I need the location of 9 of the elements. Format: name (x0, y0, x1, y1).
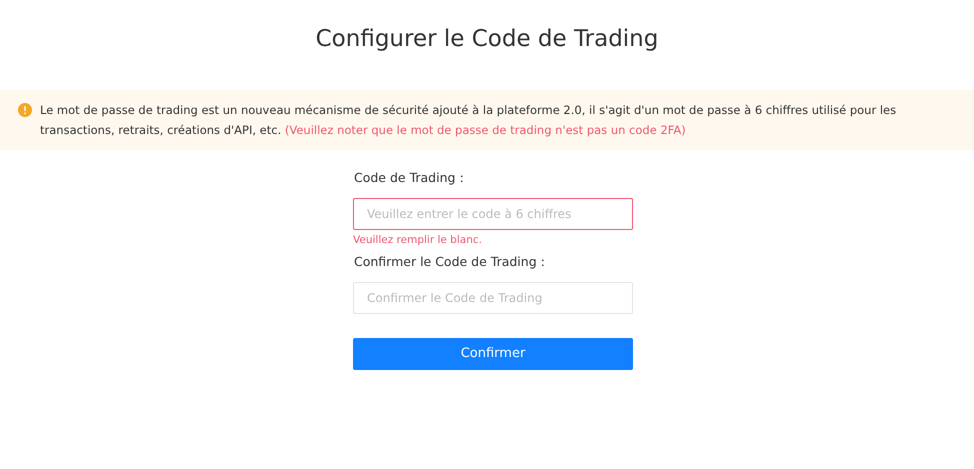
error-message: Veuillez remplir le blanc. (353, 232, 483, 246)
field-label: Confirmer le Code de Trading： (353, 252, 551, 270)
confirm-button[interactable]: Confirmer (353, 338, 633, 370)
page-title: Configurer le Code de Trading (316, 25, 658, 54)
notice-text: Le mot de passe de trading est un nouveau mécanisme de sécurité ajouté à la plateforme 2.0, il s'agit d'un mot de passe à 6 chiffres utilisé pour les transactions, retraits, créations d'API, etc. (Veuillez noter que le mot de passe de trading n'est pas un code 2FA) (40, 102, 898, 138)
notice-highlight: (Veuillez noter que le mot de passe de trading n'est pas un code 2FA) (284, 122, 686, 136)
field-label: Code de Trading： (353, 168, 470, 186)
warning-icon (18, 102, 32, 116)
input-field[interactable]: Veuillez entrer le code à 6 chiffres (353, 198, 633, 230)
